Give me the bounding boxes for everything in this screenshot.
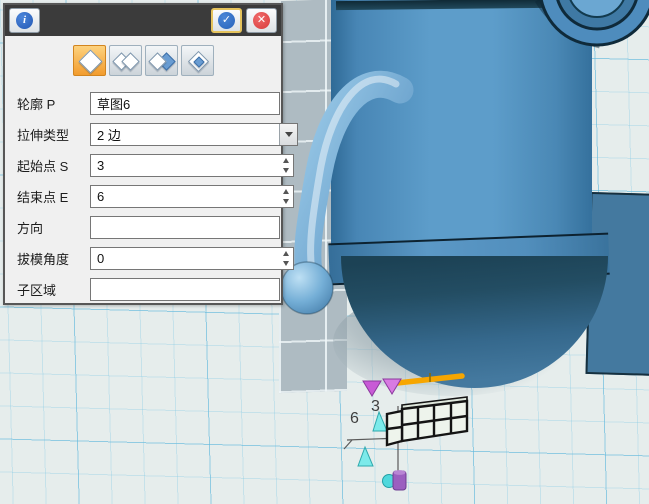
dimension-end: 6 xyxy=(350,410,359,427)
field-row-extrude-type: 拉伸类型 xyxy=(17,123,271,146)
field-label: 结束点 E xyxy=(17,187,90,206)
cad-application-window: 3 6 xyxy=(0,0,649,504)
diamond-icon xyxy=(78,49,102,73)
field-label: 拔模角度 xyxy=(17,249,90,268)
mug-handle[interactable] xyxy=(281,79,400,314)
start-point-marker-icon xyxy=(363,381,381,396)
mode-button-extrude-to-face[interactable] xyxy=(145,45,178,76)
confirm-button[interactable]: ✓ xyxy=(211,8,242,33)
chevron-down-icon xyxy=(285,132,293,137)
mode-button-extrude-thin[interactable] xyxy=(181,45,214,76)
direction-input[interactable] xyxy=(91,217,279,238)
parameter-form: 轮廓 P 拉伸类型 起始点 S xyxy=(5,82,281,301)
spinner-down-button[interactable] xyxy=(283,261,289,266)
spinner-up-button[interactable] xyxy=(283,189,289,194)
field-label: 方向 xyxy=(17,218,90,237)
subregion-input[interactable] xyxy=(91,279,279,300)
field-row-subregion: 子区域 xyxy=(17,278,271,301)
spinner-down-button[interactable] xyxy=(283,199,289,204)
field-label: 拉伸类型 xyxy=(17,125,90,144)
field-row-end-point: 结束点 E xyxy=(17,185,271,208)
field-label: 起始点 S xyxy=(17,156,90,175)
close-icon: ✕ xyxy=(253,12,270,29)
direction-arrow-icon xyxy=(358,447,373,466)
profile-input[interactable] xyxy=(91,93,279,114)
dialog-titlebar[interactable]: i ✓ ✕ xyxy=(5,5,281,36)
field-row-direction: 方向 xyxy=(17,216,271,239)
start-point-input[interactable] xyxy=(91,155,279,176)
extrude-type-select[interactable] xyxy=(91,124,279,145)
end-point-marker-icon xyxy=(383,379,401,394)
field-label: 轮廓 P xyxy=(17,94,90,113)
field-row-profile: 轮廓 P xyxy=(17,92,271,115)
info-icon: i xyxy=(16,12,33,29)
mode-button-extrude-two-side[interactable] xyxy=(109,45,142,76)
draft-angle-input[interactable] xyxy=(91,248,279,269)
extrude-parameter-dialog: i ✓ ✕ xyxy=(3,3,283,305)
extrude-preview-wireframe xyxy=(387,397,467,445)
drag-handle-widget xyxy=(383,470,407,490)
spinner-up-button[interactable] xyxy=(283,251,289,256)
field-row-start-point: 起始点 S xyxy=(17,154,271,177)
field-row-draft-angle: 拔模角度 xyxy=(17,247,271,270)
cancel-button[interactable]: ✕ xyxy=(246,8,277,33)
info-button[interactable]: i xyxy=(9,8,40,33)
spinner-down-button[interactable] xyxy=(283,168,289,173)
field-label: 子区域 xyxy=(17,280,90,299)
mode-button-extrude-solid[interactable] xyxy=(73,45,106,76)
end-point-input[interactable] xyxy=(91,186,279,207)
mug-spout-boss[interactable] xyxy=(538,0,649,45)
extrude-preview-sketch[interactable]: 3 6 xyxy=(344,373,467,490)
check-icon: ✓ xyxy=(218,12,235,29)
dropdown-button[interactable] xyxy=(279,124,297,145)
spinner-up-button[interactable] xyxy=(283,158,289,163)
extrude-mode-toolbar xyxy=(73,45,281,76)
